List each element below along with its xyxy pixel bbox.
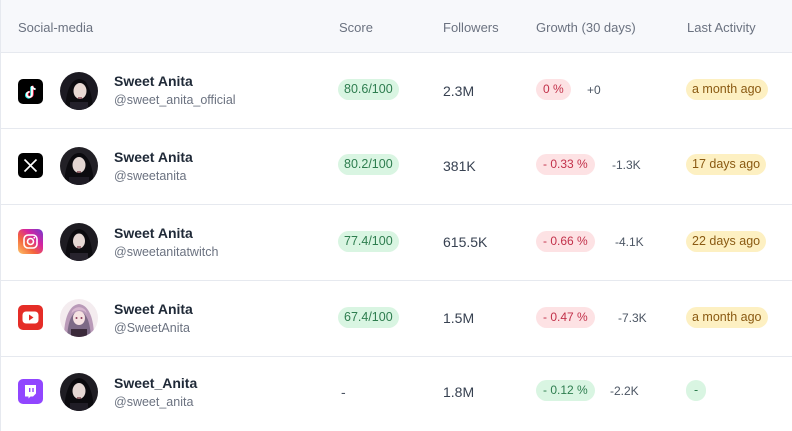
table-row[interactable]: Sweet_Anita @sweet_anita - 1.8M - 0.12 %… — [1, 357, 792, 431]
x-icon — [18, 153, 43, 178]
last-activity-badge: a month ago — [686, 307, 768, 328]
social-media-table: Social-media Score Followers Growth (30 … — [0, 0, 792, 431]
followers-count: 2.3M — [443, 83, 475, 99]
followers-count: 1.5M — [443, 310, 475, 326]
growth-delta: -4.1K — [615, 235, 644, 249]
profile-name: Sweet Anita — [114, 301, 193, 317]
profile-handle: @sweetanita — [114, 169, 187, 183]
growth-badge: - 0.33 % — [536, 154, 595, 175]
column-header-last-activity[interactable]: Last Activity — [687, 20, 756, 35]
avatar[interactable] — [60, 223, 98, 261]
score-badge: 80.2/100 — [338, 154, 399, 175]
growth-badge: - 0.47 % — [536, 307, 595, 328]
followers-count: 1.8M — [443, 384, 475, 400]
profile-handle: @sweet_anita_official — [114, 93, 236, 107]
growth-delta: -1.3K — [612, 158, 641, 172]
profile-name: Sweet Anita — [114, 73, 193, 89]
table-row[interactable]: Sweet Anita @SweetAnita 67.4/100 1.5M - … — [1, 281, 792, 357]
growth-badge: 0 % — [536, 79, 571, 100]
instagram-icon — [18, 229, 43, 254]
last-activity-badge: - — [686, 380, 707, 401]
profile-handle: @sweetanitatwitch — [114, 245, 219, 259]
last-activity-badge: 17 days ago — [686, 154, 767, 175]
column-header-social-media[interactable]: Social-media — [18, 20, 93, 35]
growth-badge: - 0.66 % — [536, 231, 595, 252]
growth-delta: -7.3K — [618, 311, 647, 325]
growth-delta: +0 — [587, 83, 601, 97]
profile-handle: @SweetAnita — [114, 321, 190, 335]
growth-delta: -2.2K — [610, 384, 639, 398]
avatar[interactable] — [60, 299, 98, 337]
profile-name: Sweet_Anita — [114, 375, 198, 391]
youtube-icon — [18, 305, 43, 330]
last-activity-badge: a month ago — [686, 79, 768, 100]
followers-count: 615.5K — [443, 234, 488, 250]
score-badge: 77.4/100 — [338, 231, 399, 252]
avatar[interactable] — [60, 373, 98, 411]
score-value: - — [341, 384, 346, 400]
column-header-followers[interactable]: Followers — [443, 20, 499, 35]
twitch-icon — [18, 379, 43, 404]
profile-handle: @sweet_anita — [114, 395, 194, 409]
column-header-growth[interactable]: Growth (30 days) — [536, 20, 636, 35]
avatar[interactable] — [60, 147, 98, 185]
score-badge: 67.4/100 — [338, 307, 399, 328]
growth-badge: - 0.12 % — [536, 380, 595, 401]
column-header-score[interactable]: Score — [339, 20, 373, 35]
avatar[interactable] — [60, 72, 98, 110]
profile-name: Sweet Anita — [114, 225, 193, 241]
score-badge: 80.6/100 — [338, 79, 399, 100]
profile-name: Sweet Anita — [114, 149, 193, 165]
table-row[interactable]: Sweet Anita @sweetanitatwitch 77.4/100 6… — [1, 205, 792, 281]
table-row[interactable]: Sweet Anita @sweetanita 80.2/100 381K - … — [1, 129, 792, 205]
table-header: Social-media Score Followers Growth (30 … — [1, 0, 792, 53]
tiktok-icon — [18, 79, 43, 104]
last-activity-badge: 22 days ago — [686, 231, 767, 252]
table-row[interactable]: Sweet Anita @sweet_anita_official 80.6/1… — [1, 53, 792, 129]
followers-count: 381K — [443, 158, 476, 174]
